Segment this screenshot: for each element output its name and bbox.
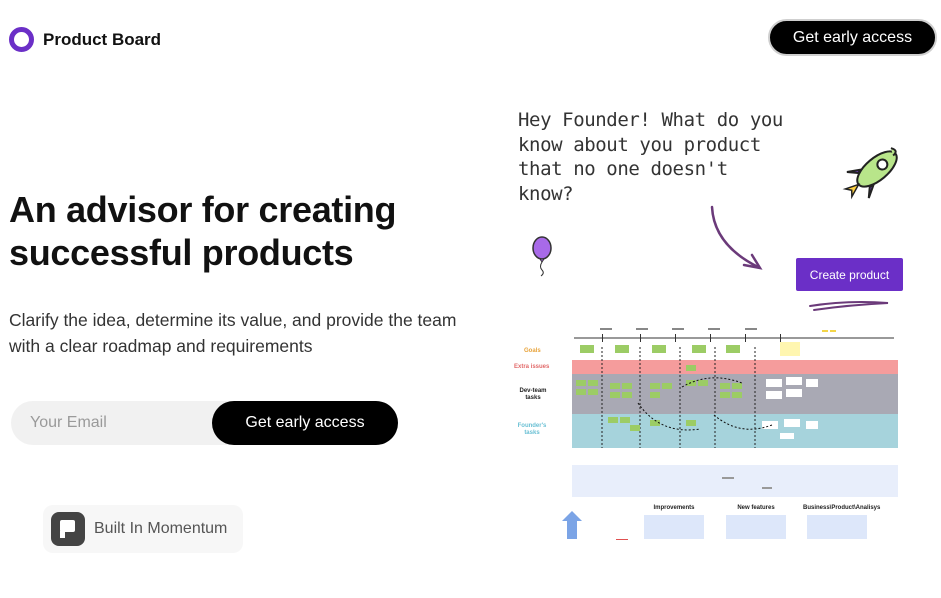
board-lane-label-dev-team: Dev-team tasks xyxy=(519,388,547,401)
create-product-button[interactable]: Create product xyxy=(796,258,903,291)
board-lane-label-extra-issues: Extra issues xyxy=(514,364,550,370)
roadmap-board xyxy=(562,328,898,540)
logo-ring-icon xyxy=(9,27,34,52)
handwritten-note: Hey Founder! What do you know about you … xyxy=(518,109,783,205)
board-lane-label-founders: Founder's tasks xyxy=(517,423,547,436)
header-get-early-access-button[interactable]: Get early access xyxy=(768,19,937,56)
hero-subtext: Clarify the idea, determine its value, a… xyxy=(9,310,457,356)
rocket-icon xyxy=(842,147,898,200)
email-signup-form: Get early access xyxy=(11,401,398,445)
signup-get-early-access-button[interactable]: Get early access xyxy=(212,401,398,445)
balloon-icon xyxy=(532,236,552,277)
brand-name: Product Board xyxy=(43,29,162,49)
board-label-new-features: New features xyxy=(737,505,775,511)
brand-logo[interactable]: Product Board xyxy=(9,27,161,52)
momentum-logo-icon xyxy=(51,512,85,546)
board-label-business-product-analysis: Business\Product\Analisys xyxy=(803,505,881,511)
hero-headline: An advisor for creating successful produ… xyxy=(9,189,397,273)
board-label-improvements: Improvements xyxy=(653,505,695,511)
badge-label: Built In Momentum xyxy=(94,520,228,537)
board-lane-label-goals: Goals xyxy=(524,348,541,354)
curved-arrow-icon xyxy=(710,205,763,270)
built-in-momentum-badge[interactable]: Built In Momentum xyxy=(43,505,243,553)
email-input[interactable] xyxy=(11,401,211,445)
underline-scribble xyxy=(809,301,889,311)
